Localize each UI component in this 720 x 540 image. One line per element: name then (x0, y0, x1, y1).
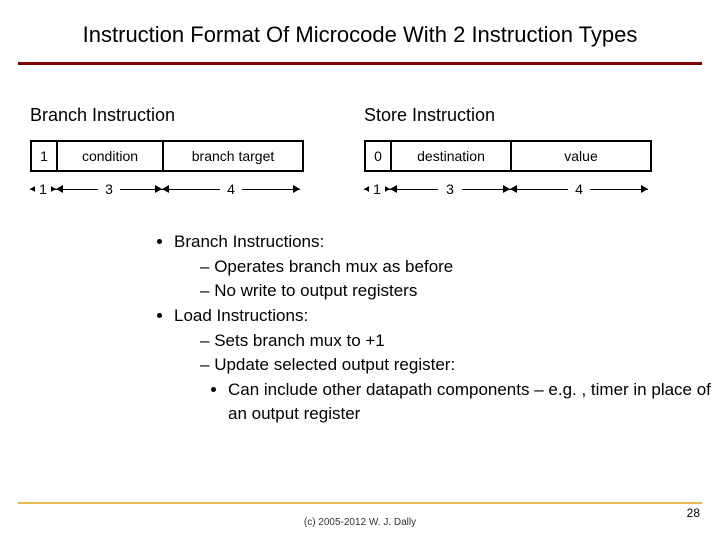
store-opcode-width: 1 (364, 178, 390, 200)
store-field-row: 0 destination value (364, 140, 652, 172)
branch-opcode-field: 1 (32, 142, 58, 170)
page-title: Instruction Format Of Microcode With 2 I… (0, 0, 720, 58)
store-destination-field: destination (392, 142, 512, 170)
bullet-load-2a: Can include other datapath components – … (228, 378, 720, 427)
branch-field-row: 1 condition branch target (30, 140, 304, 172)
bullet-branch-1: Operates branch mux as before (200, 255, 720, 280)
branch-condition-width: 3 (56, 178, 162, 200)
copyright: (c) 2005-2012 W. J. Dally (0, 517, 720, 528)
description-bullets: Branch Instructions: Operates branch mux… (0, 200, 720, 427)
branch-opcode-width: 1 (30, 178, 56, 200)
branch-target-width: 4 (162, 178, 300, 200)
store-opcode-field: 0 (366, 142, 392, 170)
page-number: 28 (687, 506, 700, 520)
store-destination-width: 3 (390, 178, 510, 200)
bullet-load: Load Instructions: Sets branch mux to +1… (174, 304, 720, 427)
bullet-load-2: Update selected output register: Can inc… (200, 353, 720, 427)
instruction-diagrams: Branch Instruction 1 condition branch ta… (0, 65, 720, 200)
branch-instruction-block: Branch Instruction 1 condition branch ta… (30, 105, 304, 200)
branch-condition-field: condition (58, 142, 164, 170)
store-title: Store Instruction (364, 105, 652, 126)
footer-rule (18, 502, 702, 504)
store-value-width: 4 (510, 178, 648, 200)
branch-target-field: branch target (164, 142, 302, 170)
bullet-branch-2: No write to output registers (200, 279, 720, 304)
store-instruction-block: Store Instruction 0 destination value 1 … (364, 105, 652, 200)
bullet-branch: Branch Instructions: Operates branch mux… (174, 230, 720, 304)
store-width-row: 1 3 4 (364, 178, 652, 200)
branch-title: Branch Instruction (30, 105, 304, 126)
branch-width-row: 1 3 4 (30, 178, 304, 200)
bullet-load-1: Sets branch mux to +1 (200, 329, 720, 354)
store-value-field: value (512, 142, 650, 170)
